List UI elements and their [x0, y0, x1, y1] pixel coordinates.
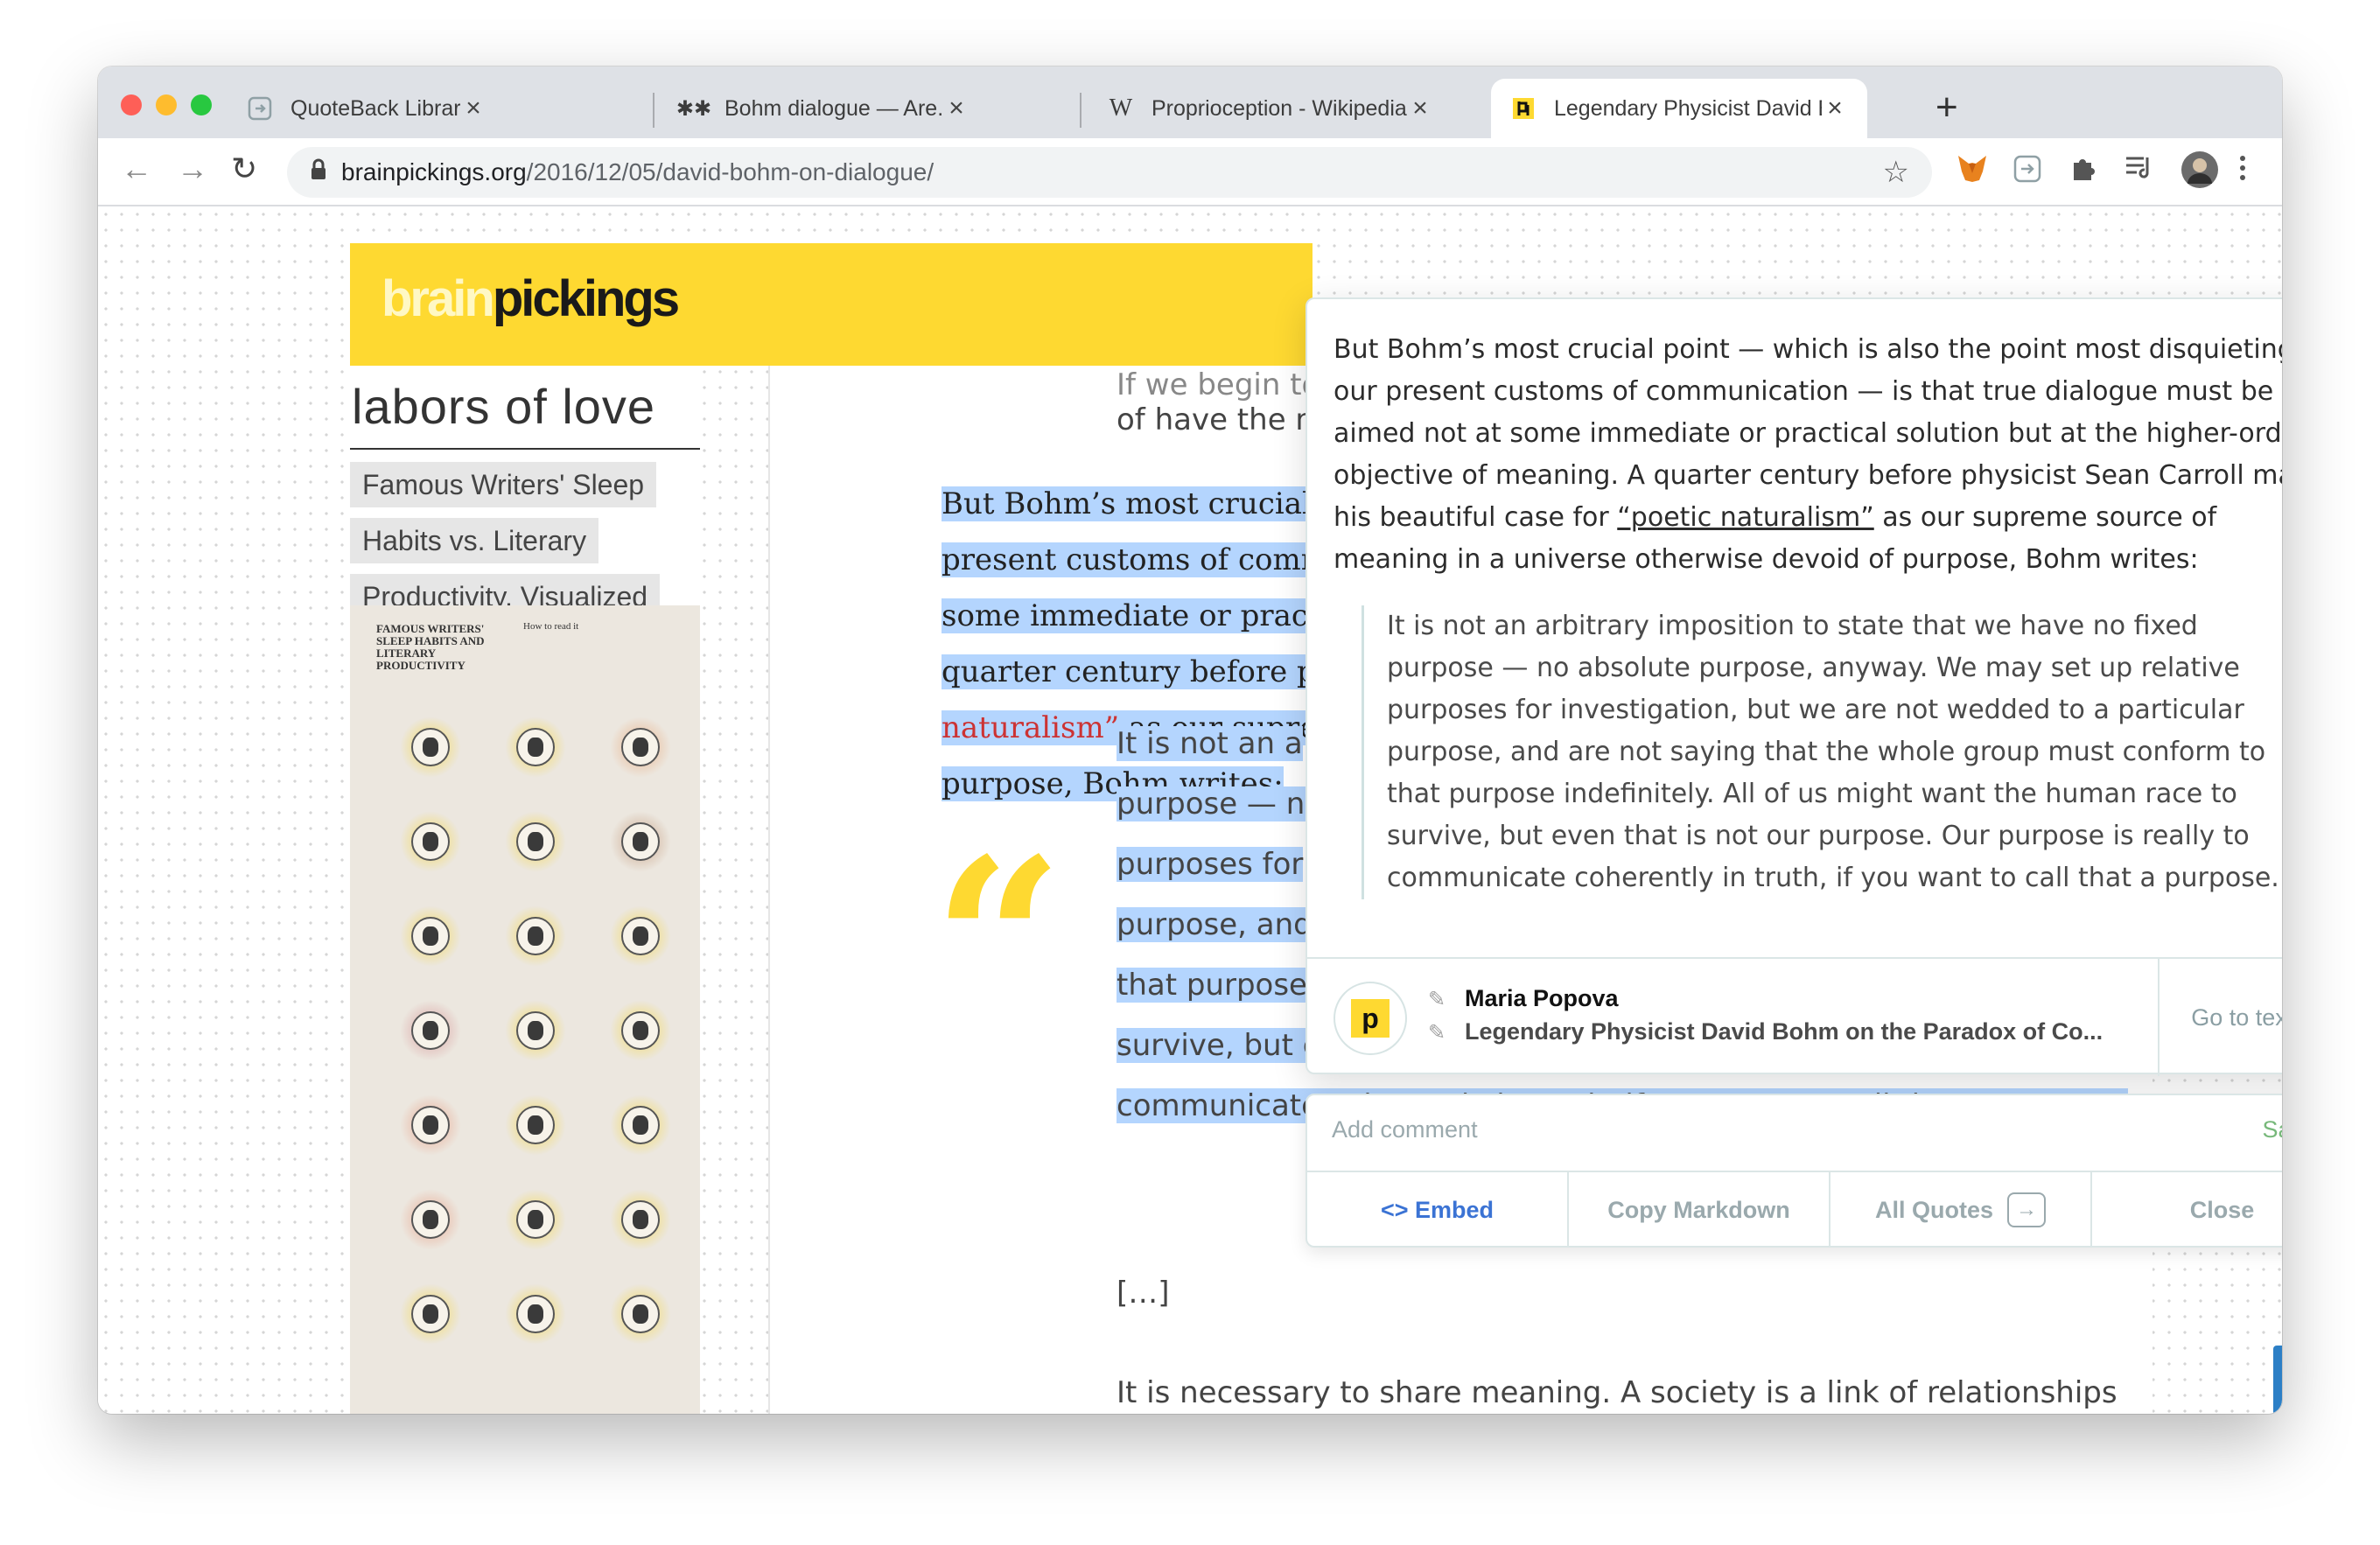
article-text-line: of have the m: [1116, 402, 1325, 437]
writer-portrait: [411, 728, 450, 766]
quoteback-extension-icon[interactable]: [2012, 154, 2042, 191]
sidebar: labors of love Famous Writers' Sleep Hab…: [350, 366, 700, 1414]
forward-arrow-icon[interactable]: →: [177, 150, 208, 187]
quote-card-paragraph: But Bohm’s most crucial point — which is…: [1334, 334, 2282, 575]
writer-portrait: [621, 1295, 660, 1333]
action-buttons: <> Embed Copy Markdown All Quotes → Close: [1307, 1171, 2282, 1248]
window-controls: [121, 94, 212, 115]
writer-portrait: [411, 1200, 450, 1239]
edit-title-icon[interactable]: ✎: [1428, 1020, 1446, 1045]
lock-icon: [310, 158, 327, 187]
wikipedia-icon: W: [1109, 94, 1133, 122]
tab-title: Proprioception - Wikipedia: [1152, 95, 1407, 121]
writer-portrait: [516, 728, 555, 766]
writer-portrait: [516, 822, 555, 861]
bookmark-star-icon[interactable]: ☆: [1883, 155, 1909, 190]
tab-wikipedia[interactable]: W Proprioception - Wikipedia ×: [1088, 79, 1452, 138]
arrow-right-icon: →: [2007, 1192, 2046, 1227]
maximize-window-button[interactable]: [191, 94, 212, 115]
quote-card: But Bohm’s most crucial point — which is…: [1306, 297, 2282, 1076]
tab-separator: [1080, 93, 1082, 128]
infographic-subtitle: How to read it: [523, 621, 579, 632]
close-button[interactable]: Close: [2092, 1172, 2282, 1248]
source-favicon: p: [1334, 982, 1407, 1055]
author-name: Maria Popova: [1465, 985, 1619, 1011]
reload-icon[interactable]: ↻: [231, 150, 257, 187]
writer-portrait: [516, 1295, 555, 1333]
site-header: brainpickings: [350, 243, 1312, 366]
close-tab-icon[interactable]: ×: [1407, 94, 1433, 123]
side-tab-accent[interactable]: [2273, 1346, 2282, 1414]
poetic-naturalism-link[interactable]: “poetic naturalism”: [1617, 502, 1873, 533]
writer-portrait: [516, 1200, 555, 1239]
brainpickings-icon: [1510, 95, 1536, 122]
sidebar-caption-line[interactable]: Habits vs. Literary: [350, 518, 599, 563]
writer-portrait: [621, 917, 660, 955]
tab-quoteback-library[interactable]: QuoteBack Library ×: [228, 79, 506, 138]
writer-portrait: [411, 1011, 450, 1050]
comment-input[interactable]: Add comment: [1332, 1116, 2119, 1143]
writer-portrait: [621, 822, 660, 861]
embed-button[interactable]: <> Embed: [1307, 1172, 1569, 1248]
tab-brainpickings[interactable]: Legendary Physicist David Bohm ×: [1491, 79, 1867, 138]
quote-card-blockquote: It is not an arbitrary imposition to sta…: [1362, 605, 2282, 899]
browser-window: QuoteBack Library × ✱✱ Bohm dialogue — A…: [98, 66, 2282, 1414]
brainpickings-icon: p: [1351, 999, 1390, 1038]
tab-title: Bohm dialogue — Are.na: [724, 95, 943, 121]
comment-bar: Add comment Saved <> Embed Copy Markdown…: [1306, 1094, 2282, 1248]
sidebar-heading: labors of love: [352, 379, 656, 434]
writer-portrait: [516, 1106, 555, 1144]
writer-portrait: [516, 1011, 555, 1050]
quote-card-footer: p ✎ ✎ Maria Popova Legendary Physicist D…: [1307, 957, 2282, 1076]
saved-status: Saved: [2262, 1116, 2282, 1143]
tab-bar: QuoteBack Library × ✱✱ Bohm dialogue — A…: [98, 66, 2282, 138]
go-to-text-button[interactable]: Go to text →: [2158, 959, 2282, 1076]
profile-avatar[interactable]: [2180, 150, 2219, 196]
close-tab-icon[interactable]: ×: [460, 94, 486, 123]
writer-portrait: [411, 917, 450, 955]
url-domain: brainpickings.org: [341, 158, 527, 185]
writer-portrait: [621, 728, 660, 766]
edit-author-icon[interactable]: ✎: [1428, 987, 1446, 1012]
address-bar[interactable]: brainpickings.org/2016/12/05/david-bohm-…: [287, 147, 1932, 198]
writer-portrait: [621, 1106, 660, 1144]
writer-portrait: [516, 917, 555, 955]
site-logo[interactable]: brainpickings: [382, 269, 680, 328]
copy-markdown-button[interactable]: Copy Markdown: [1569, 1172, 1830, 1248]
reading-list-icon[interactable]: [2124, 154, 2154, 187]
all-quotes-button[interactable]: All Quotes →: [1830, 1172, 2092, 1248]
close-window-button[interactable]: [121, 94, 142, 115]
close-tab-icon[interactable]: ×: [943, 94, 970, 123]
browser-menu-icon[interactable]: [2238, 154, 2247, 189]
metamask-fox-icon[interactable]: [1956, 154, 1988, 191]
tab-title: QuoteBack Library: [290, 95, 460, 121]
infographic-title: FAMOUS WRITERS' SLEEP HABITS AND LITERAR…: [376, 622, 485, 672]
quote-mark-icon: “: [933, 809, 1064, 1076]
close-tab-icon[interactable]: ×: [1822, 94, 1848, 123]
minimize-window-button[interactable]: [156, 94, 177, 115]
article-text-line: It is necessary to share meaning. A soci…: [1116, 1375, 2118, 1410]
tab-separator: [653, 93, 654, 128]
back-arrow-icon[interactable]: ←: [121, 150, 152, 187]
quoteback-icon: [247, 95, 273, 122]
sidebar-divider: [350, 448, 700, 450]
writer-portrait: [621, 1011, 660, 1050]
writer-portrait: [621, 1200, 660, 1239]
browser-toolbar: ← → ↻ brainpickings.org/2016/12/05/david…: [98, 138, 2282, 206]
poetic-naturalism-link[interactable]: naturalism”: [942, 710, 1119, 745]
infographic-image[interactable]: FAMOUS WRITERS' SLEEP HABITS AND LITERAR…: [350, 605, 700, 1414]
extensions-puzzle-icon[interactable]: [2070, 154, 2098, 189]
tab-title: Legendary Physicist David Bohm: [1554, 95, 1822, 121]
writer-portrait: [411, 1106, 450, 1144]
tab-arena[interactable]: ✱✱ Bohm dialogue — Are.na ×: [662, 79, 989, 138]
writer-portrait: [411, 1295, 450, 1333]
writer-portrait: [411, 822, 450, 861]
arena-icon: ✱✱: [676, 96, 712, 121]
new-tab-icon[interactable]: +: [1936, 86, 1958, 129]
ellipsis: […]: [1116, 1276, 1170, 1311]
url-path: /2016/12/05/david-bohm-on-dialogue/: [526, 158, 934, 185]
source-title: Legendary Physicist David Bohm on the Pa…: [1465, 1018, 2104, 1045]
sidebar-caption-line[interactable]: Famous Writers' Sleep: [350, 462, 657, 507]
